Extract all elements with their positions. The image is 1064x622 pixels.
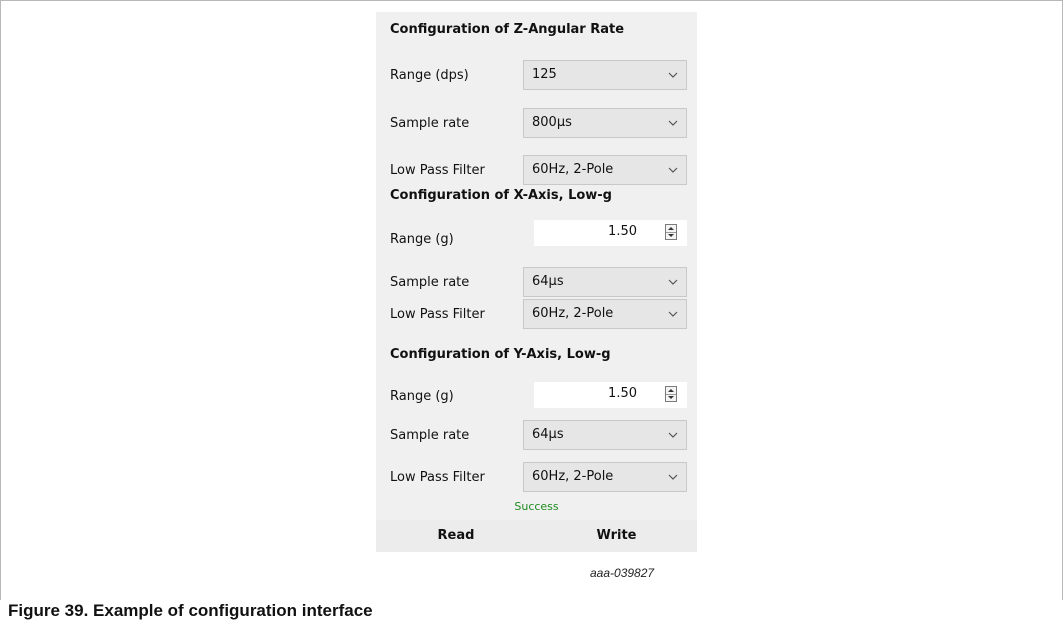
config-panel: Configuration of Z-Angular Rate Range (d… <box>376 12 697 552</box>
range-dps-dropdown[interactable]: 125 <box>523 60 687 90</box>
range-dps-value: 125 <box>532 67 557 82</box>
y-range-g-label: Range (g) <box>390 389 454 404</box>
x-range-stepper[interactable] <box>665 224 677 240</box>
read-button[interactable]: Read <box>376 520 536 552</box>
section-title-z-angular-rate: Configuration of Z-Angular Rate <box>390 22 625 37</box>
range-dps-label: Range (dps) <box>390 68 469 83</box>
x-range-g-label: Range (g) <box>390 232 454 247</box>
x-low-pass-filter-label: Low Pass Filter <box>390 307 485 322</box>
spin-down-icon[interactable] <box>666 232 676 239</box>
x-sample-rate-label: Sample rate <box>390 275 470 290</box>
image-id: aaa-039827 <box>590 566 655 580</box>
y-range-g-value: 1.50 <box>608 386 637 401</box>
x-low-pass-filter-dropdown[interactable]: 60Hz, 2-Pole <box>523 299 687 329</box>
spin-down-icon[interactable] <box>666 394 676 401</box>
chevron-down-icon <box>668 474 678 480</box>
y-range-stepper[interactable] <box>665 386 677 402</box>
z-low-pass-filter-label: Low Pass Filter <box>390 163 485 178</box>
x-range-g-spinner[interactable]: 1.50 <box>534 220 687 246</box>
status-message: Success <box>514 500 559 513</box>
y-sample-rate-value: 64µs <box>532 427 564 442</box>
section-title-x-axis-low-g: Configuration of X-Axis, Low-g <box>390 188 612 203</box>
x-sample-rate-dropdown[interactable]: 64µs <box>523 267 687 297</box>
section-title-y-axis-low-g: Configuration of Y-Axis, Low-g <box>390 347 611 362</box>
y-range-g-spinner[interactable]: 1.50 <box>534 382 687 408</box>
write-button[interactable]: Write <box>536 520 697 552</box>
z-low-pass-filter-dropdown[interactable]: 60Hz, 2-Pole <box>523 155 687 185</box>
chevron-down-icon <box>668 432 678 438</box>
x-sample-rate-value: 64µs <box>532 274 564 289</box>
y-low-pass-filter-value: 60Hz, 2-Pole <box>532 469 614 484</box>
y-sample-rate-dropdown[interactable]: 64µs <box>523 420 687 450</box>
x-low-pass-filter-value: 60Hz, 2-Pole <box>532 306 614 321</box>
z-sample-rate-label: Sample rate <box>390 116 470 131</box>
y-low-pass-filter-label: Low Pass Filter <box>390 470 485 485</box>
x-range-g-value: 1.50 <box>608 224 637 239</box>
figure-caption: Figure 39. Example of configuration inte… <box>8 601 373 620</box>
z-sample-rate-dropdown[interactable]: 800µs <box>523 108 687 138</box>
action-bar: Read Write <box>376 520 697 552</box>
chevron-down-icon <box>668 120 678 126</box>
chevron-down-icon <box>668 167 678 173</box>
z-sample-rate-value: 800µs <box>532 115 572 130</box>
z-low-pass-filter-value: 60Hz, 2-Pole <box>532 162 614 177</box>
y-low-pass-filter-dropdown[interactable]: 60Hz, 2-Pole <box>523 462 687 492</box>
chevron-down-icon <box>668 279 678 285</box>
chevron-down-icon <box>668 72 678 78</box>
y-sample-rate-label: Sample rate <box>390 428 470 443</box>
chevron-down-icon <box>668 311 678 317</box>
